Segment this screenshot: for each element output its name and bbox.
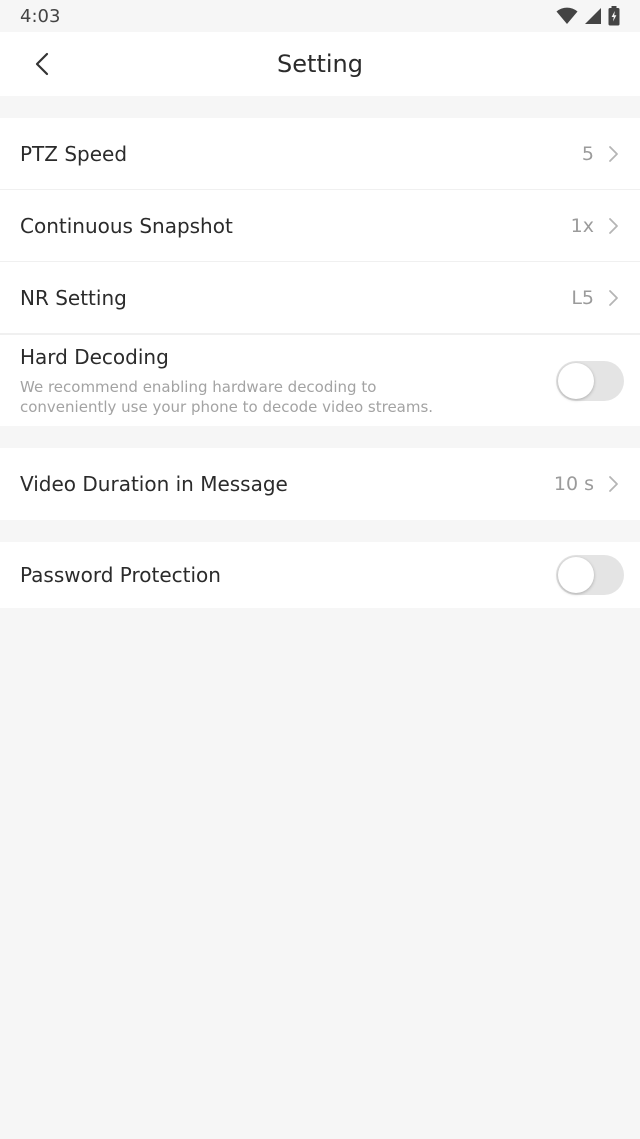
- section-gap: [0, 426, 640, 448]
- nr-setting-value: L5: [571, 286, 594, 309]
- nr-setting-label: NR Setting: [20, 285, 127, 310]
- continuous-snapshot-label: Continuous Snapshot: [20, 213, 233, 238]
- ptz-speed-value: 5: [581, 142, 594, 165]
- settings-group-video: Video Duration in Message 10 s: [0, 448, 640, 520]
- status-icons: [556, 6, 620, 26]
- nr-setting-row[interactable]: NR Setting L5: [0, 262, 640, 334]
- hard-decoding-text: Hard Decoding We recommend enabling hard…: [20, 345, 460, 417]
- ptz-speed-right: 5: [582, 143, 620, 165]
- nr-setting-right: L5: [571, 287, 620, 309]
- settings-group-security: Password Protection: [0, 542, 640, 608]
- battery-icon: [608, 6, 620, 26]
- video-duration-value: 10 s: [553, 473, 594, 495]
- section-gap: [0, 96, 640, 118]
- video-duration-label: Video Duration in Message: [20, 472, 288, 496]
- continuous-snapshot-row[interactable]: Continuous Snapshot 1x: [0, 190, 640, 262]
- ptz-speed-label: PTZ Speed: [20, 141, 128, 166]
- hard-decoding-description: We recommend enabling hardware decoding …: [20, 377, 434, 416]
- chevron-left-icon: [35, 52, 49, 76]
- wifi-icon: [556, 7, 578, 24]
- signal-icon: [585, 8, 601, 24]
- page-title: Setting: [277, 50, 363, 78]
- video-duration-right: 10 s: [554, 473, 620, 495]
- continuous-snapshot-value: 1x: [570, 214, 594, 237]
- hard-decoding-label: Hard Decoding: [20, 344, 169, 369]
- toggle-knob: [558, 362, 594, 399]
- section-gap: [0, 520, 640, 542]
- status-bar: 4:03: [0, 0, 640, 32]
- password-protection-row: Password Protection: [0, 542, 640, 608]
- chevron-right-icon: [609, 476, 618, 492]
- toggle-knob: [558, 557, 594, 593]
- back-button[interactable]: [24, 44, 60, 84]
- chevron-right-icon: [609, 289, 618, 306]
- ptz-speed-row[interactable]: PTZ Speed 5: [0, 118, 640, 190]
- settings-group-main: PTZ Speed 5 Continuous Snapshot 1x NR Se…: [0, 118, 640, 426]
- nav-bar: Setting: [0, 32, 640, 96]
- password-protection-toggle[interactable]: [556, 555, 624, 595]
- chevron-right-icon: [609, 217, 618, 234]
- hard-decoding-row: Hard Decoding We recommend enabling hard…: [0, 334, 640, 426]
- status-time: 4:03: [20, 5, 61, 27]
- continuous-snapshot-right: 1x: [571, 215, 620, 237]
- chevron-right-icon: [609, 145, 618, 162]
- video-duration-row[interactable]: Video Duration in Message 10 s: [0, 448, 640, 520]
- password-protection-label: Password Protection: [20, 563, 221, 587]
- hard-decoding-toggle[interactable]: [556, 360, 624, 401]
